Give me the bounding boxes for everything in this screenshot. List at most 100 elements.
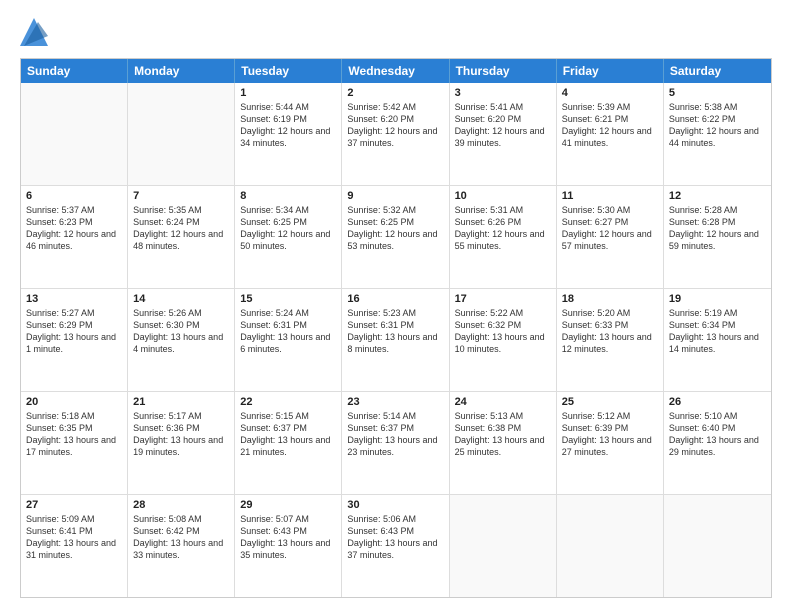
cell-info: Sunrise: 5:09 AM Sunset: 6:41 PM Dayligh…: [26, 513, 122, 562]
cell-info: Sunrise: 5:42 AM Sunset: 6:20 PM Dayligh…: [347, 101, 443, 150]
calendar-week-2: 6 Sunrise: 5:37 AM Sunset: 6:23 PM Daylig…: [21, 185, 771, 288]
day-number: 19: [669, 293, 766, 305]
day-cell-23: 23 Sunrise: 5:14 AM Sunset: 6:37 PM Dayli…: [342, 392, 449, 494]
cell-info: Sunrise: 5:14 AM Sunset: 6:37 PM Dayligh…: [347, 410, 443, 459]
day-cell-12: 12Sunrise: 5:28 AM Sunset: 6:28 PM Dayli…: [664, 186, 771, 288]
day-cell-24: 24 Sunrise: 5:13 AM Sunset: 6:38 PM Dayli…: [450, 392, 557, 494]
cell-info: Sunrise: 5:41 AM Sunset: 6:20 PM Dayligh…: [455, 101, 551, 150]
day-cell-20: 20 Sunrise: 5:18 AM Sunset: 6:35 PM Dayli…: [21, 392, 128, 494]
cell-info: Sunrise: 5:17 AM Sunset: 6:36 PM Dayligh…: [133, 410, 229, 459]
cell-info: Sunrise: 5:37 AM Sunset: 6:23 PM Dayligh…: [26, 204, 122, 253]
day-cell-26: 26Sunrise: 5:10 AM Sunset: 6:40 PM Dayli…: [664, 392, 771, 494]
day-cell-1: 1 Sunrise: 5:44 AM Sunset: 6:19 PM Daylig…: [235, 83, 342, 185]
day-number: 23: [347, 396, 443, 408]
day-number: 13: [26, 293, 122, 305]
empty-cell: [128, 83, 235, 185]
cell-info: Sunrise: 5:44 AM Sunset: 6:19 PM Dayligh…: [240, 101, 336, 150]
day-cell-27: 27 Sunrise: 5:09 AM Sunset: 6:41 PM Dayli…: [21, 495, 128, 597]
cell-info: Sunrise: 5:07 AM Sunset: 6:43 PM Dayligh…: [240, 513, 336, 562]
day-number: 22: [240, 396, 336, 408]
cell-info: Sunrise: 5:23 AM Sunset: 6:31 PM Dayligh…: [347, 307, 443, 356]
calendar-week-3: 13 Sunrise: 5:27 AM Sunset: 6:29 PM Dayli…: [21, 288, 771, 391]
day-number: 18: [562, 293, 658, 305]
cell-info: Sunrise: 5:15 AM Sunset: 6:37 PM Dayligh…: [240, 410, 336, 459]
day-number: 21: [133, 396, 229, 408]
day-number: 27: [26, 499, 122, 511]
empty-cell: [450, 495, 557, 597]
day-number: 6: [26, 190, 122, 202]
day-cell-19: 19Sunrise: 5:19 AM Sunset: 6:34 PM Dayli…: [664, 289, 771, 391]
day-cell-29: 29 Sunrise: 5:07 AM Sunset: 6:43 PM Dayli…: [235, 495, 342, 597]
day-number: 10: [455, 190, 551, 202]
day-number: 25: [562, 396, 658, 408]
header-day-monday: Monday: [128, 59, 235, 83]
day-number: 3: [455, 87, 551, 99]
day-cell-6: 6 Sunrise: 5:37 AM Sunset: 6:23 PM Daylig…: [21, 186, 128, 288]
day-cell-10: 10 Sunrise: 5:31 AM Sunset: 6:26 PM Dayli…: [450, 186, 557, 288]
cell-info: Sunrise: 5:32 AM Sunset: 6:25 PM Dayligh…: [347, 204, 443, 253]
empty-cell: [21, 83, 128, 185]
cell-info: Sunrise: 5:38 AM Sunset: 6:22 PM Dayligh…: [669, 101, 766, 150]
day-cell-11: 11 Sunrise: 5:30 AM Sunset: 6:27 PM Dayli…: [557, 186, 664, 288]
day-cell-2: 2 Sunrise: 5:42 AM Sunset: 6:20 PM Daylig…: [342, 83, 449, 185]
day-number: 20: [26, 396, 122, 408]
day-cell-22: 22 Sunrise: 5:15 AM Sunset: 6:37 PM Dayli…: [235, 392, 342, 494]
day-number: 12: [669, 190, 766, 202]
day-number: 9: [347, 190, 443, 202]
cell-info: Sunrise: 5:18 AM Sunset: 6:35 PM Dayligh…: [26, 410, 122, 459]
day-number: 14: [133, 293, 229, 305]
cell-info: Sunrise: 5:31 AM Sunset: 6:26 PM Dayligh…: [455, 204, 551, 253]
day-cell-5: 5 Sunrise: 5:38 AM Sunset: 6:22 PM Daylig…: [664, 83, 771, 185]
cell-info: Sunrise: 5:06 AM Sunset: 6:43 PM Dayligh…: [347, 513, 443, 562]
day-number: 5: [669, 87, 766, 99]
day-cell-30: 30 Sunrise: 5:06 AM Sunset: 6:43 PM Dayli…: [342, 495, 449, 597]
cell-info: Sunrise: 5:13 AM Sunset: 6:38 PM Dayligh…: [455, 410, 551, 459]
day-cell-4: 4Sunrise: 5:39 AM Sunset: 6:21 PM Daylig…: [557, 83, 664, 185]
logo: [20, 18, 54, 46]
day-number: 24: [455, 396, 551, 408]
cell-info: Sunrise: 5:34 AM Sunset: 6:25 PM Dayligh…: [240, 204, 336, 253]
header-day-friday: Friday: [557, 59, 664, 83]
day-number: 7: [133, 190, 229, 202]
day-cell-18: 18 Sunrise: 5:20 AM Sunset: 6:33 PM Dayli…: [557, 289, 664, 391]
day-number: 1: [240, 87, 336, 99]
day-number: 11: [562, 190, 658, 202]
header-day-saturday: Saturday: [664, 59, 771, 83]
header-day-thursday: Thursday: [450, 59, 557, 83]
calendar: SundayMondayTuesdayWednesdayThursdayFrid…: [20, 58, 772, 598]
day-number: 29: [240, 499, 336, 511]
cell-info: Sunrise: 5:20 AM Sunset: 6:33 PM Dayligh…: [562, 307, 658, 356]
day-cell-21: 21 Sunrise: 5:17 AM Sunset: 6:36 PM Dayli…: [128, 392, 235, 494]
cell-info: Sunrise: 5:30 AM Sunset: 6:27 PM Dayligh…: [562, 204, 658, 253]
day-cell-16: 16 Sunrise: 5:23 AM Sunset: 6:31 PM Dayli…: [342, 289, 449, 391]
calendar-week-4: 20 Sunrise: 5:18 AM Sunset: 6:35 PM Dayli…: [21, 391, 771, 494]
header-day-sunday: Sunday: [21, 59, 128, 83]
day-cell-13: 13 Sunrise: 5:27 AM Sunset: 6:29 PM Dayli…: [21, 289, 128, 391]
day-cell-15: 15 Sunrise: 5:24 AM Sunset: 6:31 PM Dayli…: [235, 289, 342, 391]
empty-cell: [664, 495, 771, 597]
cell-info: Sunrise: 5:26 AM Sunset: 6:30 PM Dayligh…: [133, 307, 229, 356]
day-cell-9: 9 Sunrise: 5:32 AM Sunset: 6:25 PM Daylig…: [342, 186, 449, 288]
day-cell-25: 25Sunrise: 5:12 AM Sunset: 6:39 PM Dayli…: [557, 392, 664, 494]
cell-info: Sunrise: 5:22 AM Sunset: 6:32 PM Dayligh…: [455, 307, 551, 356]
header: [20, 18, 772, 46]
day-cell-8: 8Sunrise: 5:34 AM Sunset: 6:25 PM Daylig…: [235, 186, 342, 288]
calendar-week-5: 27 Sunrise: 5:09 AM Sunset: 6:41 PM Dayli…: [21, 494, 771, 597]
calendar-week-1: 1 Sunrise: 5:44 AM Sunset: 6:19 PM Daylig…: [21, 83, 771, 185]
day-number: 16: [347, 293, 443, 305]
page: SundayMondayTuesdayWednesdayThursdayFrid…: [0, 0, 792, 612]
day-number: 28: [133, 499, 229, 511]
day-number: 2: [347, 87, 443, 99]
day-number: 30: [347, 499, 443, 511]
cell-info: Sunrise: 5:08 AM Sunset: 6:42 PM Dayligh…: [133, 513, 229, 562]
day-number: 26: [669, 396, 766, 408]
day-cell-14: 14 Sunrise: 5:26 AM Sunset: 6:30 PM Dayli…: [128, 289, 235, 391]
day-cell-7: 7Sunrise: 5:35 AM Sunset: 6:24 PM Daylig…: [128, 186, 235, 288]
day-number: 15: [240, 293, 336, 305]
header-day-tuesday: Tuesday: [235, 59, 342, 83]
day-number: 4: [562, 87, 658, 99]
empty-cell: [557, 495, 664, 597]
cell-info: Sunrise: 5:27 AM Sunset: 6:29 PM Dayligh…: [26, 307, 122, 356]
cell-info: Sunrise: 5:24 AM Sunset: 6:31 PM Dayligh…: [240, 307, 336, 356]
header-day-wednesday: Wednesday: [342, 59, 449, 83]
